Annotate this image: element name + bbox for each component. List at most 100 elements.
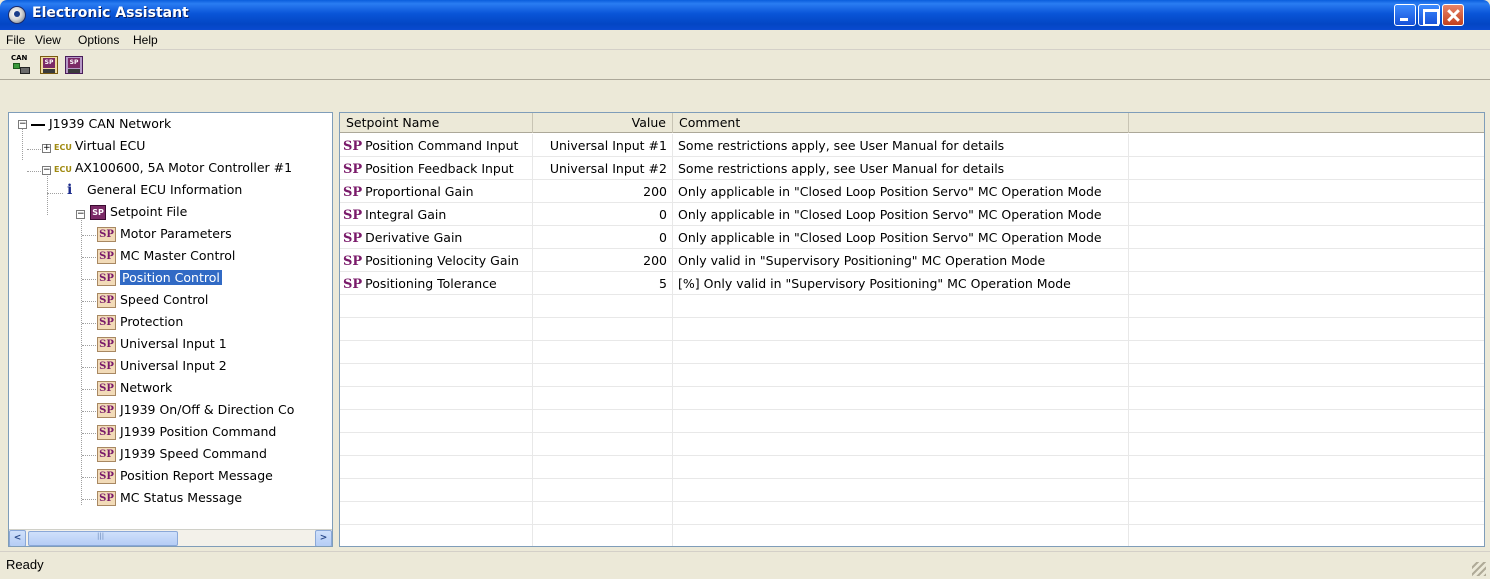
network-icon [31,124,45,126]
table-row[interactable]: SP Proportional Gain 200 Only applicable in… [340,180,1484,203]
expand-icon[interactable]: + [42,144,51,153]
tree-item-label: MC Master Control [120,248,236,263]
setpoint-name-text: Derivative Gain [365,230,463,245]
table-row[interactable]: SP Position Feedback Input Universal Input… [340,157,1484,180]
cell-setpoint-name [340,387,533,410]
collapse-icon[interactable]: − [42,166,51,175]
save-setpoint-button[interactable]: SP [63,54,85,76]
cell-comment: Only applicable in "Closed Loop Position… [673,180,1129,203]
tree-setpoint-file[interactable]: SP Setpoint File [90,202,187,222]
cell-comment [673,364,1129,387]
minimize-button[interactable] [1394,4,1416,26]
tree-item-setpoint[interactable]: SP Position Control [97,268,222,288]
cell-filler [1129,387,1484,410]
column-header-name[interactable]: Setpoint Name [340,113,533,133]
sp-icon: SP [343,162,363,177]
empty-row [340,341,1484,364]
table-row[interactable]: SP Positioning Velocity Gain 200 Only valid… [340,249,1484,272]
sp-icon: SP [97,315,116,330]
tree-item-setpoint[interactable]: SP MC Master Control [97,246,235,266]
tree-general-info[interactable]: i General ECU Information [67,180,242,200]
save-setpoint-icon: SP [65,56,83,74]
empty-row [340,318,1484,341]
cell-value[interactable]: Universal Input #1 [533,134,673,157]
setpoint-name-text: Position Command Input [365,138,519,153]
tree-connector [82,477,96,478]
menu-help[interactable]: Help [133,33,158,47]
can-connect-button[interactable]: CAN [10,54,32,76]
cell-setpoint-name: SP Integral Gain [340,203,533,226]
table-row[interactable]: SP Derivative Gain 0 Only applicable in "Cl… [340,226,1484,249]
scroll-thumb[interactable] [28,531,178,546]
scroll-right-icon[interactable]: > [315,530,332,546]
cell-value[interactable]: 0 [533,226,673,249]
tree-item-setpoint[interactable]: SP MC Status Message [97,488,242,508]
menu-bar: File View Options Help [0,30,1490,50]
collapse-icon[interactable]: − [76,210,85,219]
tree-root-network[interactable]: J1939 CAN Network [49,114,171,134]
sp-icon: SP [97,359,116,374]
ecu-tree[interactable]: − J1939 CAN Network + ECU Virtual ECU − E… [8,112,333,547]
tree-connector [82,411,96,412]
tree-item-setpoint[interactable]: SP J1939 Position Command [97,422,276,442]
cell-setpoint-name [340,364,533,387]
empty-row [340,387,1484,410]
table-row[interactable]: SP Position Command Input Universal Input … [340,134,1484,157]
cell-value[interactable]: 200 [533,180,673,203]
setpoint-name-text: Proportional Gain [365,184,474,199]
tree-connector [47,193,63,194]
cell-value[interactable]: 5 [533,272,673,295]
cell-value [533,387,673,410]
tree-connector [82,367,96,368]
tree-connector [82,433,96,434]
tree-item-setpoint[interactable]: SP J1939 Speed Command [97,444,267,464]
cell-value [533,410,673,433]
tree-connector [82,455,96,456]
cell-setpoint-name [340,295,533,318]
menu-view[interactable]: View [35,33,61,47]
resize-grip-icon[interactable] [1472,562,1486,576]
tree-item-setpoint[interactable]: SP Motor Parameters [97,224,232,244]
can-connector-icon [13,63,20,69]
cell-filler [1129,502,1484,525]
tree-item-setpoint[interactable]: SP Universal Input 2 [97,356,227,376]
table-row[interactable]: SP Integral Gain 0 Only applicable in "Clos… [340,203,1484,226]
tree-motor-controller[interactable]: ECU AX100600, 5A Motor Controller #1 [54,158,292,178]
tree-item-setpoint[interactable]: SP Position Report Message [97,466,273,486]
tree-item-setpoint[interactable]: SP Network [97,378,172,398]
menu-options[interactable]: Options [78,33,119,47]
toolbar: CAN SP SP [0,50,1490,80]
tree-horizontal-scrollbar[interactable]: < > [9,529,332,546]
tree-item-setpoint[interactable]: SP Universal Input 1 [97,334,227,354]
cell-setpoint-name: SP Proportional Gain [340,180,533,203]
scroll-left-icon[interactable]: < [9,530,26,546]
sp-icon: SP [97,293,116,308]
cell-filler [1129,433,1484,456]
tree-general-info-label: General ECU Information [87,182,243,197]
menu-file[interactable]: File [6,33,25,47]
sp-icon: SP [343,277,363,292]
tree-item-setpoint[interactable]: SP J1939 On/Off & Direction Co [97,400,294,420]
tree-item-setpoint[interactable]: SP Speed Control [97,290,208,310]
table-row[interactable]: SP Positioning Tolerance 5 [%] Only valid i… [340,272,1484,295]
collapse-icon[interactable]: − [18,120,27,129]
cell-value[interactable]: 200 [533,249,673,272]
tree-virtual-ecu[interactable]: ECU Virtual ECU [54,136,145,156]
column-header-comment[interactable]: Comment [673,113,1129,133]
empty-row [340,433,1484,456]
tree-item-setpoint[interactable]: SP Protection [97,312,183,332]
cell-value[interactable]: 0 [533,203,673,226]
cell-filler [1129,318,1484,341]
tree-item-label: J1939 Position Command [120,424,277,439]
close-button[interactable] [1442,4,1464,26]
cell-setpoint-name: SP Positioning Tolerance [340,272,533,295]
cell-setpoint-name: SP Positioning Velocity Gain [340,249,533,272]
cell-filler [1129,364,1484,387]
sp-icon: SP [97,337,116,352]
open-setpoint-button[interactable]: SP [38,54,60,76]
maximize-button[interactable] [1418,4,1440,26]
column-header-value[interactable]: Value [533,113,673,133]
can-label: CAN [11,54,28,62]
cell-value[interactable]: Universal Input #2 [533,157,673,180]
cell-setpoint-name [340,525,533,546]
